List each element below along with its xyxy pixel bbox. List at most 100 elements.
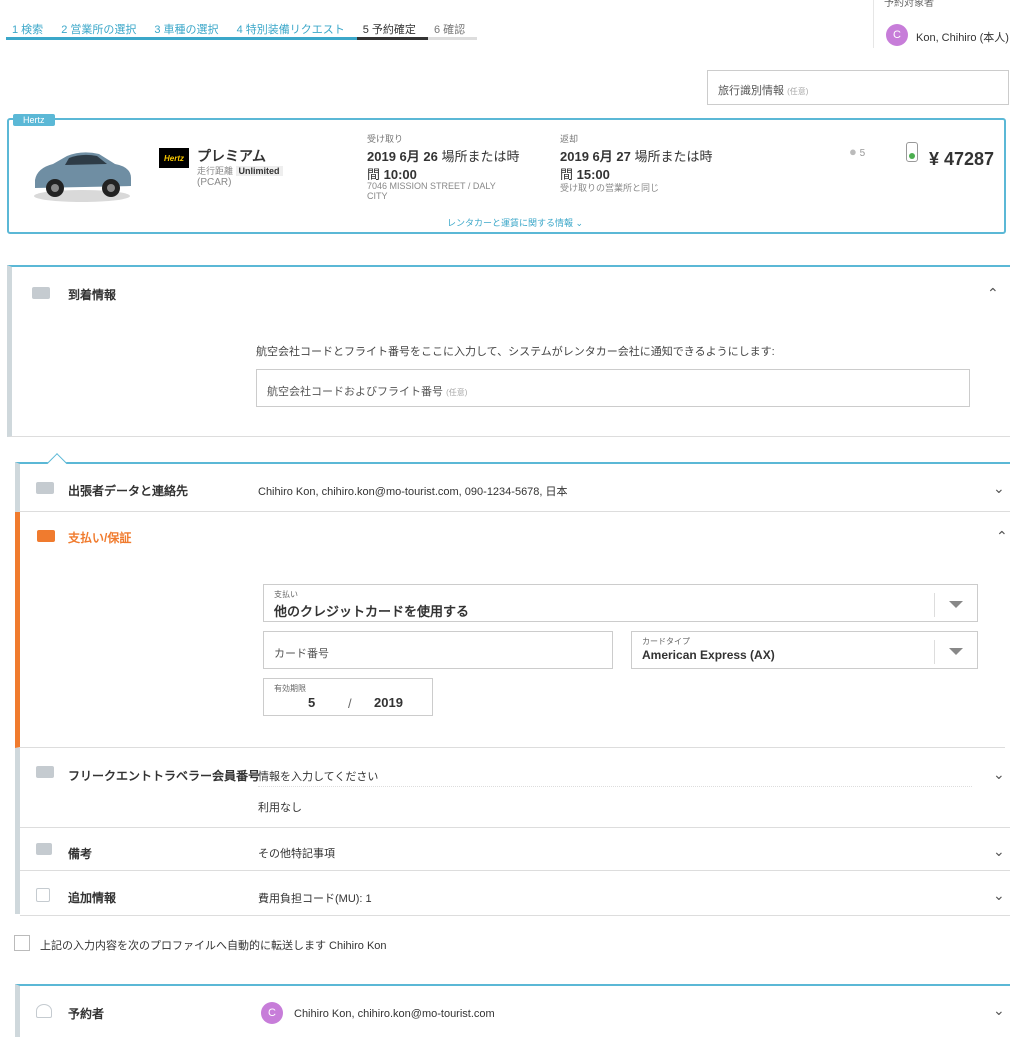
expiry-month[interactable]: 5 <box>308 695 315 710</box>
trip-id-placeholder: 旅行識別情報 <box>718 85 784 97</box>
chevron-down-icon[interactable]: ⌄ <box>993 843 1005 860</box>
pickup-place-text: 場所または時 <box>441 149 520 164</box>
caret-down-icon <box>949 601 963 608</box>
progress-steps: 1 検索 2 営業所の選択 3 車種の選択 4 特別装備リクエスト 5 予約確定… <box>6 18 478 40</box>
expiry-year[interactable]: 2019 <box>374 695 403 710</box>
chevron-down-icon[interactable]: ⌄ <box>993 480 1005 497</box>
traveler-details-group: 出張者データと連絡先 Chihiro Kon, chihiro.kon@mo-t… <box>15 453 1010 916</box>
return-note: 受け取りの営業所と同じ <box>560 183 660 193</box>
optional-tag: (任意) <box>787 87 809 96</box>
credit-card-icon <box>37 530 55 542</box>
card-type-label: カードタイプ <box>642 637 690 646</box>
frequent-title: フリークエントトラベラー会員番号 <box>68 769 261 783</box>
trip-id-input[interactable]: 旅行識別情報 (任意) <box>707 70 1009 105</box>
car-summary-card: Hertz Hertz プレミアム 走行距離 Unlimited (PCAR) … <box>7 114 1006 234</box>
caret-down-icon <box>949 648 963 655</box>
expiry-date-input[interactable]: 有効期限 5 / 2019 <box>263 678 433 716</box>
arrival-instruction: 航空会社コードとフライト番号をここに入力して、システムがレンタカー会社に通知でき… <box>256 346 775 358</box>
chevron-up-icon[interactable]: ⌃ <box>987 285 999 302</box>
select-divider <box>934 640 935 664</box>
car-image <box>34 152 131 202</box>
step-search[interactable]: 1 検索 <box>6 18 56 40</box>
passengers: ● 5 <box>849 144 865 159</box>
traveler-value: Chihiro Kon, chihiro.kon@mo-tourist.com,… <box>258 486 568 498</box>
frequent-prompt: 情報を入力してください <box>258 771 379 783</box>
booker-value: Chihiro Kon, chihiro.kon@mo-tourist.com <box>294 1008 495 1020</box>
remarks-row[interactable]: 備考 その他特記事項 ⌄ <box>20 828 1010 871</box>
pickup-label: 受け取り <box>367 134 404 144</box>
optional-tag: (任意) <box>446 388 468 397</box>
note-add-icon <box>36 888 50 902</box>
arrival-title: 到着情報 <box>68 288 117 302</box>
traffic-light-icon <box>906 142 918 162</box>
payment-title: 支払い/保証 <box>68 531 132 545</box>
person-icon <box>36 1004 52 1018</box>
step-special-equipment[interactable]: 4 特別装備リクエスト <box>230 18 357 40</box>
additional-value: 費用負担コード(MU): 1 <box>258 893 372 905</box>
pickup-date: 2019 6月 26 場所または時 <box>367 146 519 165</box>
remarks-value: その他特記事項 <box>258 848 335 860</box>
hertz-logo: Hertz <box>159 148 189 168</box>
booker-title: 予約者 <box>68 1007 105 1021</box>
pickup-time-value: 10:00 <box>383 167 417 182</box>
payment-method-select[interactable]: 支払い 他のクレジットカードを使用する <box>263 584 978 622</box>
step-location[interactable]: 2 営業所の選択 <box>55 18 149 40</box>
avatar: C <box>261 1002 283 1024</box>
passenger-count: 5 <box>859 148 866 159</box>
additional-info-row[interactable]: 追加情報 費用負担コード(MU): 1 ⌄ <box>20 871 1010 916</box>
return-date-value: 2019 6月 27 <box>560 149 631 164</box>
comment-icon <box>36 843 52 855</box>
flight-placeholder: 航空会社コードおよびフライト番号 <box>267 386 443 398</box>
pickup-time-prefix: 間 <box>367 167 381 182</box>
card-number-placeholder: カード番号 <box>274 648 329 660</box>
step-review: 6 確認 <box>427 18 478 40</box>
return-time-prefix: 間 <box>560 167 574 182</box>
card-type-select[interactable]: カードタイプ American Express (AX) <box>631 631 978 669</box>
payment-method-value: 他のクレジットカードを使用する <box>274 604 470 619</box>
card-number-input[interactable]: カード番号 <box>263 631 613 669</box>
select-divider <box>934 593 935 617</box>
vendor-tag: Hertz <box>13 114 55 126</box>
remarks-title: 備考 <box>68 847 93 861</box>
mileage: 走行距離 Unlimited <box>197 164 283 177</box>
rental-details-link[interactable]: レンタカーと運賃に関する情報 ⌄ <box>447 216 583 229</box>
card-type-value: American Express (AX) <box>642 648 775 662</box>
traveler-title: 出張者データと連絡先 <box>68 484 189 498</box>
chevron-down-icon[interactable]: ⌄ <box>993 1002 1005 1019</box>
traveler-label: 予約対象者 <box>884 0 934 9</box>
contact-card-icon <box>36 482 54 494</box>
step-car-type[interactable]: 3 車種の選択 <box>148 18 231 40</box>
traveler-selector[interactable]: 予約対象者 C Kon, Chihiro (本人) <box>873 0 1010 48</box>
ticket-icon <box>32 287 50 299</box>
car-code: (PCAR) <box>197 177 232 188</box>
chevron-up-icon[interactable]: ⌃ <box>996 528 1008 545</box>
pickup-address: 7046 MISSION STREET / DALY CITY <box>367 181 496 201</box>
frequent-traveler-row[interactable]: フリークエントトラベラー会員番号 情報を入力してください 利用なし ⌄ <box>20 748 1010 828</box>
additional-title: 追加情報 <box>68 891 117 905</box>
id-card-icon <box>36 766 54 778</box>
chevron-down-icon[interactable]: ⌄ <box>993 887 1005 904</box>
frequent-value: 利用なし <box>258 802 302 814</box>
chevron-down-icon[interactable]: ⌄ <box>993 766 1005 783</box>
arrival-section: 到着情報 ⌃ 航空会社コードとフライト番号をここに入力して、システムがレンタカー… <box>7 265 1010 437</box>
divider <box>258 786 972 787</box>
pickup-date-value: 2019 6月 26 <box>367 149 438 164</box>
traveler-name: Kon, Chihiro (本人) <box>916 32 1009 44</box>
booker-section[interactable]: 予約者 C Chihiro Kon, chihiro.kon@mo-touris… <box>15 984 1010 1037</box>
expiry-separator: / <box>348 696 352 711</box>
forward-label: 上記の入力内容を次のプロファイルへ自動的に転送します Chihiro Kon <box>40 940 387 952</box>
person-icon: ● <box>849 144 857 159</box>
step-confirm: 5 予約確定 <box>356 18 428 40</box>
mileage-value: Unlimited <box>235 166 283 176</box>
car-class: プレミアム <box>197 148 267 164</box>
expiry-label: 有効期限 <box>274 684 306 693</box>
payment-row: 支払い/保証 ⌃ 支払い 他のクレジットカードを使用する カード番号 カードタイ… <box>15 512 1008 748</box>
forward-checkbox[interactable] <box>14 935 30 951</box>
payment-method-label: 支払い <box>274 590 298 599</box>
flight-number-input[interactable]: 航空会社コードおよびフライト番号 (任意) <box>256 369 970 407</box>
traveler-row[interactable]: 出張者データと連絡先 Chihiro Kon, chihiro.kon@mo-t… <box>20 464 1010 512</box>
price: ¥ 47287 <box>929 149 995 169</box>
mileage-label: 走行距離 <box>197 166 234 176</box>
return-date: 2019 6月 27 場所または時 <box>560 146 712 165</box>
avatar: C <box>886 24 908 46</box>
